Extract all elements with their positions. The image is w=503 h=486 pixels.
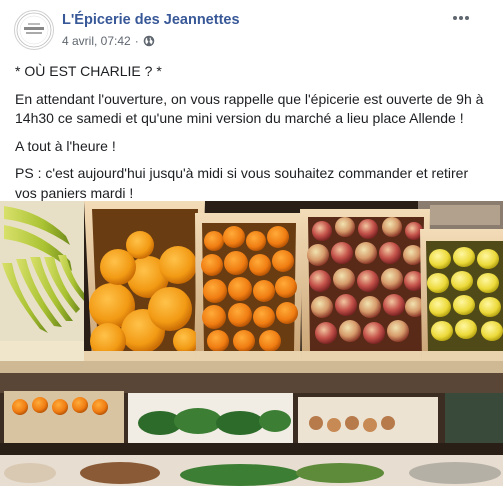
lemon-crate bbox=[420, 229, 503, 363]
page-name-link[interactable]: L'Épicerie des Jeannettes bbox=[62, 12, 240, 28]
epicerie-logo bbox=[16, 12, 52, 48]
orange-crate bbox=[195, 213, 303, 363]
post-paragraph: En attendant l'ouverture, on vous rappel… bbox=[15, 90, 484, 127]
globe-icon[interactable] bbox=[143, 35, 155, 47]
apple-crate bbox=[300, 209, 430, 363]
more-options-button[interactable] bbox=[449, 6, 473, 30]
post-timestamp[interactable]: 4 avril, 07:42 bbox=[62, 34, 131, 48]
post-header: L'Épicerie des Jeannettes 4 avril, 07:42… bbox=[0, 0, 503, 60]
page-avatar[interactable] bbox=[14, 10, 54, 50]
post-paragraph: * OÙ EST CHARLIE ? * bbox=[15, 63, 162, 79]
post-meta: 4 avril, 07:42 · bbox=[62, 34, 155, 48]
meta-separator: · bbox=[134, 34, 139, 48]
post-photo[interactable] bbox=[0, 201, 503, 486]
more-horizontal-icon bbox=[453, 16, 469, 20]
fruit-crates-photo bbox=[0, 201, 503, 486]
grapefruit-crate bbox=[84, 201, 205, 363]
banana-crate bbox=[0, 201, 84, 363]
post-message: * OÙ EST CHARLIE ? * En attendant l'ouve… bbox=[15, 62, 493, 211]
lower-crates bbox=[4, 391, 503, 443]
post-paragraph: A tout à l'heure ! bbox=[15, 137, 116, 154]
post-paragraph: PS : c'est aujourd'hui jusqu'à midi si v… bbox=[15, 165, 469, 201]
